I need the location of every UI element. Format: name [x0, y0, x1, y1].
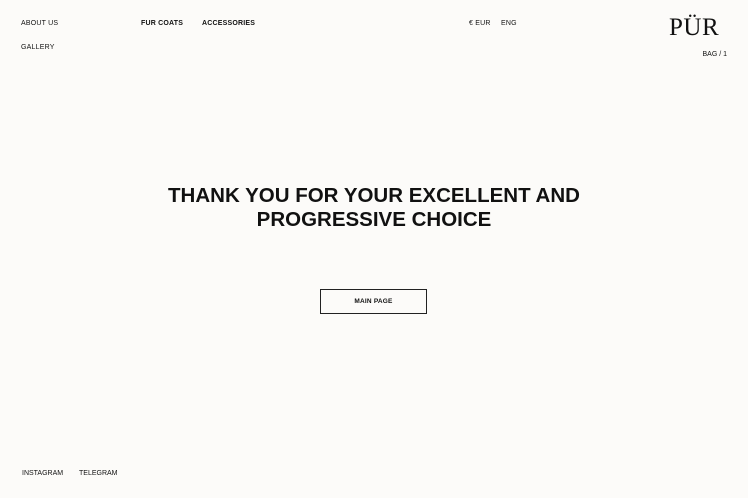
- language-selector[interactable]: ENG: [501, 19, 517, 29]
- telegram-link[interactable]: TELEGRAM: [79, 469, 118, 479]
- headline-line-1: THANK YOU FOR YOUR EXCELLENT AND: [168, 184, 580, 207]
- brand-logo[interactable]: PÜR: [669, 14, 719, 42]
- thank-you-headline: THANK YOU FOR YOUR EXCELLENT AND PROGRES…: [0, 184, 748, 232]
- currency-selector[interactable]: € EUR: [469, 19, 491, 29]
- nav-fur-coats-link[interactable]: FUR COATS: [141, 19, 183, 29]
- nav-accessories-link[interactable]: ACCESSORIES: [202, 19, 255, 29]
- instagram-link[interactable]: INSTAGRAM: [22, 469, 63, 479]
- nav-about-us-link[interactable]: ABOUT US: [21, 19, 58, 29]
- main-page-button[interactable]: MAIN PAGE: [320, 289, 427, 314]
- headline-line-2: PROGRESSIVE CHOICE: [256, 208, 492, 231]
- bag-link[interactable]: BAG / 1: [702, 50, 727, 60]
- nav-gallery-link[interactable]: GALLERY: [21, 43, 55, 53]
